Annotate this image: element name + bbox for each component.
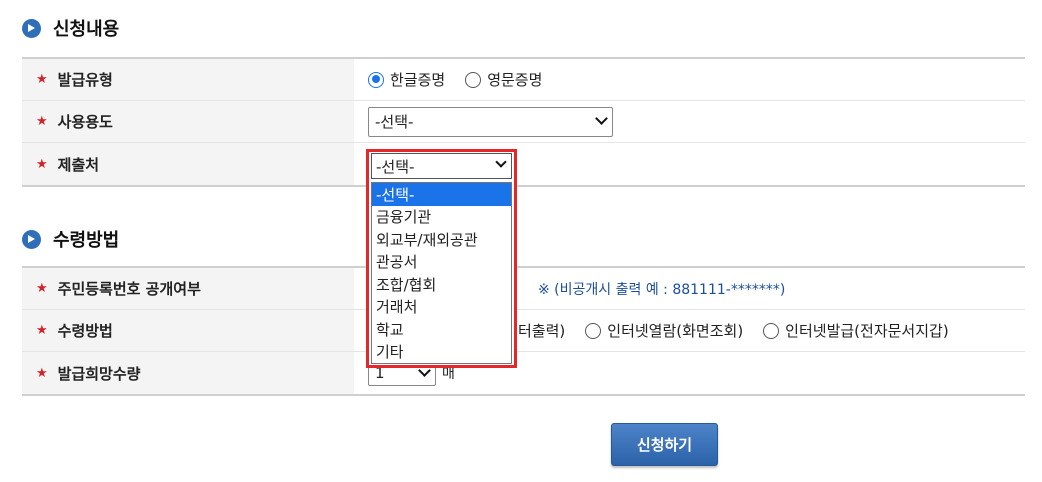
row-header: ★ 제출처 [22, 143, 354, 185]
radio-internet-view[interactable]: 인터넷열람(화면조회) [585, 320, 743, 341]
select-value: -선택- [375, 113, 414, 131]
arrow-circle-icon [22, 18, 41, 38]
select-value: -선택- [376, 157, 415, 176]
section-title-receive: 수령방법 [22, 226, 119, 252]
destination-select[interactable]: -선택- [371, 153, 512, 179]
row-quantity: ★ 발급희망수량 1 매 [22, 352, 1025, 394]
radio-internet-issue[interactable]: 인터넷발급(전자문서지갑) [763, 320, 949, 341]
required-star-icon: ★ [36, 72, 48, 87]
submit-button[interactable]: 신청하기 [611, 423, 718, 466]
section-title-text: 신청내용 [53, 19, 120, 40]
row-label: 주민등록번호 공개여부 [57, 280, 201, 298]
row-issue-type: ★ 발급유형 한글증명 영문증명 [22, 59, 1025, 101]
purpose-select[interactable]: -선택- [368, 106, 613, 137]
radio-label: 영문증명 [487, 71, 543, 89]
dropdown-option[interactable]: 거래처 [372, 296, 511, 319]
chevron-down-icon [595, 111, 608, 125]
row-label: 제출처 [57, 155, 100, 174]
required-star-icon: ★ [36, 156, 48, 172]
dropdown-option[interactable]: 조합/협회 [372, 273, 511, 296]
row-header: ★ 발급유형 [22, 59, 354, 100]
chevron-down-icon [495, 156, 507, 168]
dropdown-option[interactable]: 금융기관 [372, 206, 511, 229]
row-label: 발급희망수량 [57, 364, 141, 383]
required-star-icon: ★ [36, 365, 48, 381]
radio-english-certificate[interactable]: 영문증명 [465, 69, 542, 90]
dropdown-option[interactable]: -선택- [372, 183, 511, 206]
row-resident-number: ★ 주민등록번호 공개여부 ※ (비공개시 출력 예 : 881111-*****… [22, 268, 1025, 310]
application-table: ★ 발급유형 한글증명 영문증명 ★ 사용용도 -선택- ★ 제출처 [22, 57, 1025, 187]
row-header: ★ 발급희망수량 [22, 352, 354, 394]
row-header: ★ 주민등록번호 공개여부 [22, 268, 354, 309]
required-star-icon: ★ [36, 114, 48, 129]
radio-checked-icon[interactable] [368, 71, 384, 88]
arrow-circle-icon [22, 229, 41, 249]
partial-option-label: 터출력) [518, 322, 566, 340]
row-label: 발급유형 [57, 71, 113, 89]
radio-unchecked-icon[interactable] [585, 322, 602, 339]
dropdown-option[interactable]: 기타 [372, 341, 511, 364]
required-star-icon: ★ [36, 323, 48, 338]
row-destination: ★ 제출처 [22, 143, 1025, 185]
receive-table: ★ 주민등록번호 공개여부 ※ (비공개시 출력 예 : 881111-*****… [22, 266, 1025, 396]
radio-korean-certificate[interactable]: 한글증명 [368, 69, 445, 90]
radio-label: 인터넷열람(화면조회) [607, 322, 744, 340]
dropdown-option[interactable]: 외교부/재외공관 [372, 228, 511, 251]
row-receive-method: ★ 수령방법 터출력) 인터넷열람(화면조회) 인터넷발급(전자문서지갑) [22, 310, 1025, 352]
resident-notice: ※ (비공개시 출력 예 : 881111-*******) [538, 281, 786, 298]
section-title-text: 수령방법 [53, 230, 120, 251]
row-label: 사용용도 [57, 113, 113, 131]
radio-unchecked-icon[interactable] [763, 322, 780, 339]
radio-unchecked-icon[interactable] [465, 71, 482, 88]
required-star-icon: ★ [36, 281, 48, 296]
dropdown-option[interactable]: 관공서 [372, 251, 511, 274]
row-header: ★ 수령방법 [22, 310, 354, 351]
row-cell: 한글증명 영문증명 [354, 59, 1025, 100]
dropdown-option-list: -선택- 금융기관 외교부/재외공관 관공서 조합/협회 거래처 학교 기타 [371, 182, 512, 364]
row-label: 수령방법 [57, 322, 113, 340]
radio-label: 한글증명 [390, 71, 446, 89]
row-header: ★ 사용용도 [22, 101, 354, 142]
destination-dropdown-open: -선택- -선택- 금융기관 외교부/재외공관 관공서 조합/협회 거래처 학교… [366, 149, 517, 368]
row-cell: -선택- [354, 101, 1025, 142]
section-title-application: 신청내용 [22, 15, 119, 41]
dropdown-option[interactable]: 학교 [372, 318, 511, 341]
row-purpose: ★ 사용용도 -선택- [22, 101, 1025, 143]
radio-label: 인터넷발급(전자문서지갑) [785, 322, 949, 340]
